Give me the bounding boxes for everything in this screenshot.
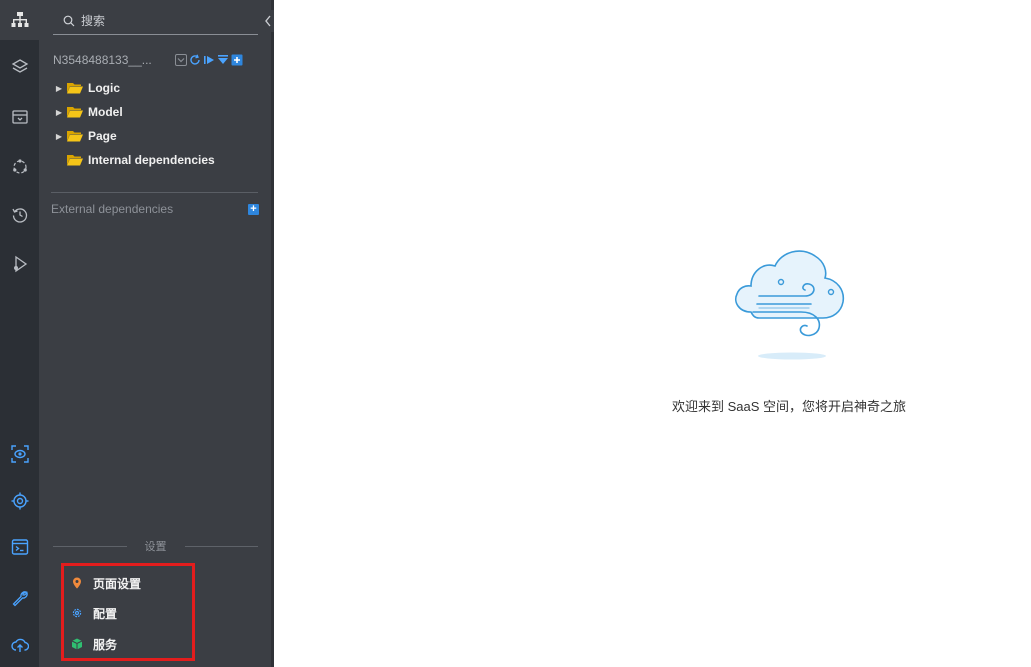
search-box (53, 8, 258, 35)
run-debug-icon (13, 255, 27, 273)
section-divider (51, 192, 258, 193)
service-cube-icon (71, 638, 83, 650)
collapse-down-icon (218, 55, 228, 64)
external-dependencies-label: External dependencies (51, 202, 174, 216)
project-tree: ▶ Logic ▶ Model ▶ Page Internal dependen… (53, 76, 263, 172)
search-icon (63, 15, 75, 27)
divider-left (53, 545, 127, 547)
rail-layers-button[interactable] (0, 47, 39, 87)
collapse-panel-button[interactable] (262, 10, 274, 32)
sitemap-icon (11, 12, 28, 27)
divider-right (184, 545, 258, 547)
tree-item-logic[interactable]: ▶ Logic (53, 76, 263, 100)
chevron-left-icon (262, 10, 274, 32)
settings-item-page-settings[interactable]: 页面设置 (71, 573, 141, 593)
welcome-message: 欢迎来到 SaaS 空间，您将开启神奇之旅 (671, 399, 907, 414)
folder-icon (67, 107, 83, 118)
layers-icon (11, 59, 28, 73)
collapse-all-button[interactable] (217, 54, 229, 66)
cloud-upload-icon (10, 638, 29, 652)
search-input[interactable] (79, 13, 253, 29)
rail-preview-button[interactable] (0, 434, 39, 474)
project-name: N3548488133__... (53, 53, 152, 67)
target-icon (11, 492, 28, 510)
settings-header: 设置 (53, 538, 258, 554)
graph-nodes-icon (12, 159, 27, 174)
cloud-wind-illustration (735, 250, 845, 360)
refresh-icon (190, 54, 200, 65)
caret-right-icon[interactable]: ▶ (53, 132, 65, 141)
rail-graph-button[interactable] (0, 147, 39, 187)
settings-item-config[interactable]: 配置 (71, 603, 117, 623)
tree-item-page[interactable]: ▶ Page (53, 124, 263, 148)
settings-item-label: 服务 (93, 637, 118, 652)
app-window: N3548488133__... (0, 0, 1031, 667)
project-dropdown-button[interactable] (175, 54, 187, 66)
tree-item-label: Model (88, 105, 123, 119)
tree-item-label: Logic (88, 81, 120, 95)
rail-upload-button[interactable] (0, 625, 39, 665)
gear-icon (72, 608, 82, 618)
settings-highlight-box: 页面设置 配置 服务 (61, 563, 195, 661)
rail-terminal-button[interactable] (0, 527, 39, 567)
folder-icon (67, 83, 83, 94)
folder-icon (67, 155, 83, 166)
refresh-button[interactable] (189, 54, 201, 66)
preview-eye-icon (10, 445, 29, 463)
explorer-panel: N3548488133__... (39, 0, 271, 667)
project-header: N3548488133__... (53, 50, 263, 70)
caret-right-icon[interactable]: ▶ (53, 84, 65, 93)
terminal-icon (11, 539, 28, 555)
wrench-icon (12, 591, 28, 607)
rail-target-button[interactable] (0, 481, 39, 521)
add-button[interactable] (231, 54, 243, 66)
archive-icon (11, 110, 28, 124)
settings-item-label: 配置 (93, 606, 118, 621)
settings-item-label: 页面设置 (93, 576, 142, 591)
location-pin-icon (73, 577, 81, 589)
external-dependencies-section: External dependencies + (51, 200, 259, 218)
tree-item-internal-dependencies[interactable]: Internal dependencies (53, 148, 263, 172)
tree-item-label: Page (88, 129, 117, 143)
tree-item-model[interactable]: ▶ Model (53, 100, 263, 124)
settings-title: 设置 (144, 541, 167, 553)
activity-rail (0, 0, 39, 667)
chevron-down-icon (175, 54, 187, 66)
caret-right-icon[interactable]: ▶ (53, 108, 65, 117)
rail-archive-button[interactable] (0, 97, 39, 137)
play-step-icon (204, 56, 214, 64)
add-external-dependency-button[interactable]: + (248, 203, 259, 215)
rail-debug-button[interactable] (0, 244, 39, 284)
rail-sitemap-button[interactable] (0, 0, 39, 40)
plus-square-icon (231, 54, 243, 66)
folder-icon (67, 131, 83, 142)
rail-history-button[interactable] (0, 195, 39, 235)
rail-tools-button[interactable] (0, 578, 39, 618)
main-content: 欢迎来到 SaaS 空间，您将开启神奇之旅 (274, 0, 1031, 667)
run-button[interactable] (203, 54, 215, 66)
settings-item-service[interactable]: 服务 (71, 634, 117, 654)
tree-item-label: Internal dependencies (88, 153, 215, 167)
history-icon (11, 208, 27, 223)
